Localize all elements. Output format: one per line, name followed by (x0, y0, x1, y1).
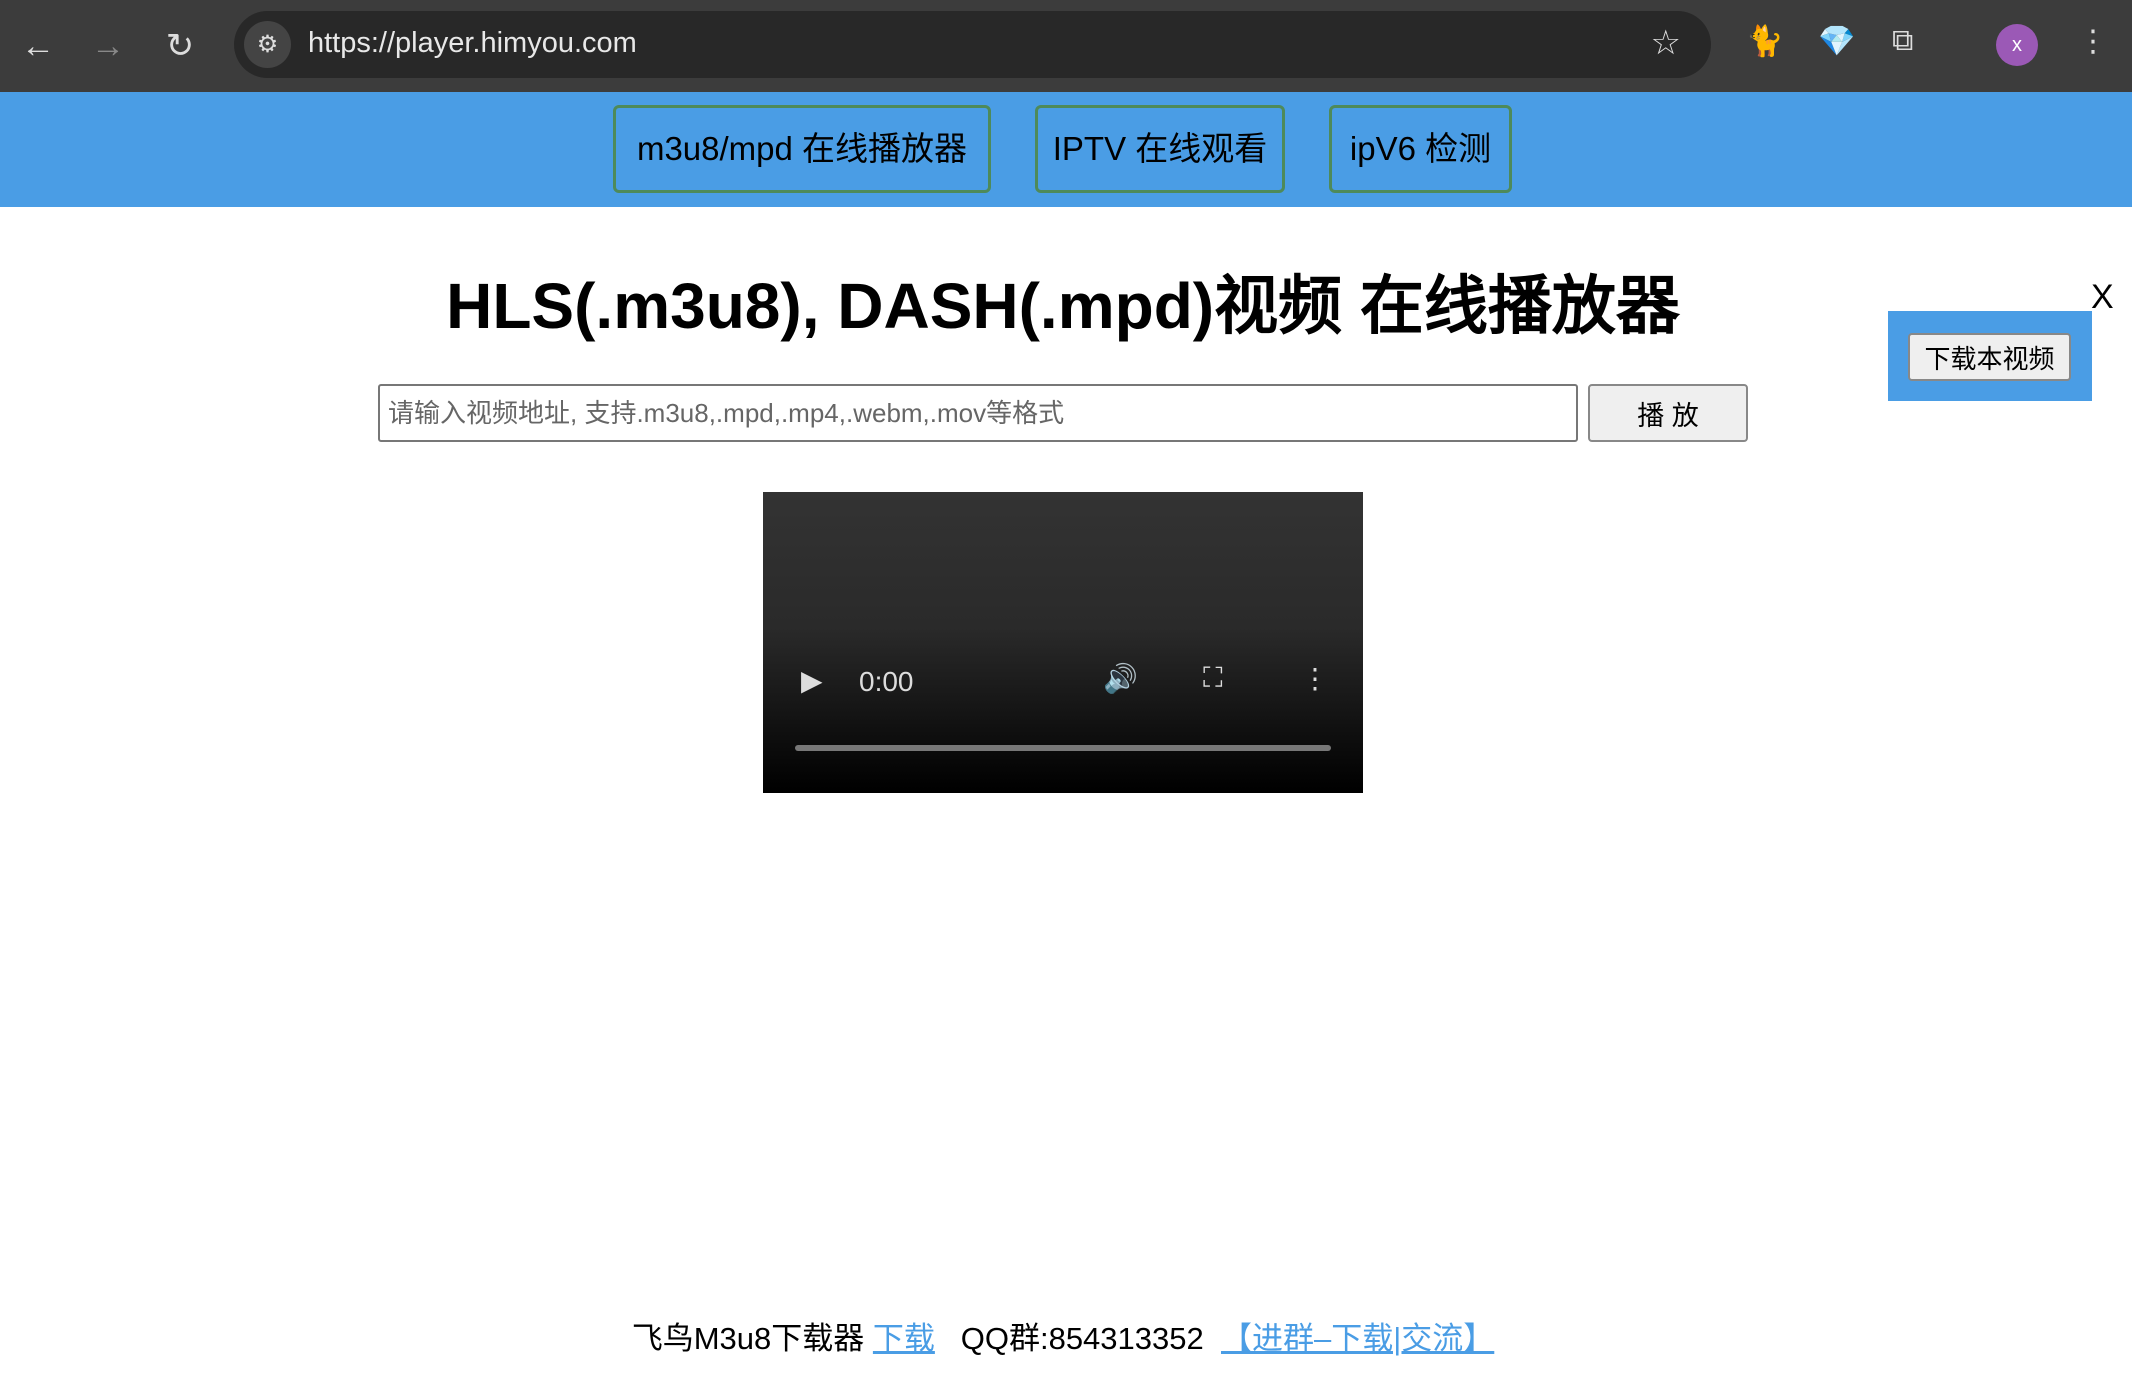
play-button[interactable]: 播 放 (1588, 384, 1748, 442)
browser-toolbar: ← → ↻ ⚙ https://player.himyou.com ☆ 🐈 💎 … (0, 0, 2132, 92)
footer-qq-group: QQ群:854313352 (960, 1321, 1204, 1356)
video-progress-bar[interactable] (795, 745, 1331, 751)
gem-extension-icon[interactable]: 💎 (1818, 24, 1855, 59)
video-player[interactable]: ▶ 0:00 🔊 ⛶ ⋮ (763, 492, 1363, 793)
video-time: 0:00 (859, 666, 914, 697)
close-download-panel[interactable]: X (2091, 278, 2114, 317)
address-bar[interactable]: ⚙ https://player.himyou.com ☆ (234, 11, 1711, 78)
url-text[interactable]: https://player.himyou.com (308, 27, 637, 60)
cat-extension-icon[interactable]: 🐈 (1746, 24, 1783, 59)
back-icon[interactable]: ← (16, 24, 60, 68)
page-title: HLS(.m3u8), DASH(.mpd)视频 在线播放器 (446, 270, 1680, 342)
download-video-button[interactable]: 下载本视频 (1908, 333, 2071, 381)
footer-group-link[interactable]: 【进群–下载|交流】 (1221, 1321, 1494, 1356)
video-url-input[interactable] (378, 384, 1578, 442)
site-settings-icon[interactable]: ⚙ (244, 21, 291, 68)
reload-icon[interactable]: ↻ (158, 24, 202, 68)
bookmark-star-icon[interactable]: ☆ (1651, 23, 1681, 63)
nav-iptv[interactable]: IPTV 在线观看 (1035, 105, 1285, 193)
nav-ipv6-test[interactable]: ipV6 检测 (1329, 105, 1512, 193)
play-icon[interactable]: ▶ (801, 664, 823, 697)
fullscreen-icon[interactable]: ⛶ (1203, 662, 1223, 695)
nav-m3u8-player[interactable]: m3u8/mpd 在线播放器 (613, 105, 991, 193)
footer-app-name: 飞鸟M3u8下载器 (631, 1321, 865, 1356)
menu-kebab-icon[interactable]: ⋮ (2078, 24, 2108, 59)
footer: 飞鸟M3u8下载器 下载 QQ群:854313352 【进群–下载|交流】 (0, 1313, 2126, 1358)
extensions-puzzle-icon[interactable]: ⧉ (1892, 24, 1913, 58)
forward-icon[interactable]: → (86, 24, 130, 68)
site-nav: m3u8/mpd 在线播放器 IPTV 在线观看 ipV6 检测 (0, 92, 2132, 207)
profile-avatar[interactable]: x (1996, 24, 2038, 66)
volume-icon[interactable]: 🔊 (1103, 662, 1138, 695)
footer-download-link[interactable]: 下载 (873, 1321, 935, 1356)
more-options-icon[interactable]: ⋮ (1301, 662, 1329, 695)
download-panel: 下载本视频 (1888, 311, 2092, 401)
